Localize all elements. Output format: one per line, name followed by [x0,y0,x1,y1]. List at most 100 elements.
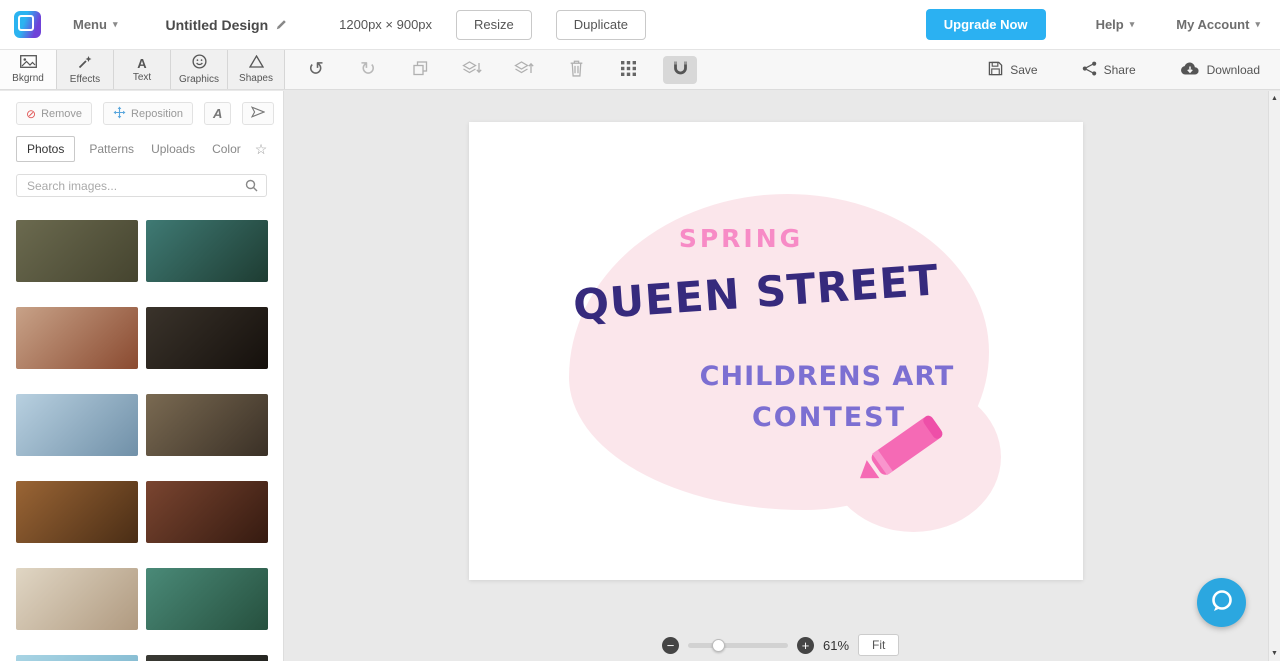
redo-icon: ↻ [360,59,376,80]
wand-icon [78,55,92,72]
tab-label: Shapes [239,73,273,84]
download-button[interactable]: Download [1180,61,1260,79]
redo-button[interactable]: ↻ [351,56,385,84]
zoom-controls: − + 61% Fit [662,633,900,657]
fit-button[interactable]: Fit [858,634,900,656]
triangle-icon [248,54,264,71]
zoom-out-button[interactable]: − [662,636,679,654]
search-input[interactable] [16,174,267,197]
photo-thumbnail[interactable] [146,568,268,630]
copy-icon [412,60,428,79]
chevron-down-icon: ▾ [1129,19,1135,29]
copy-button[interactable] [403,56,437,84]
tab-color[interactable]: Color [209,137,244,161]
design-text-childrens-art[interactable]: CHILDRENS ART [700,361,955,392]
tab-text[interactable]: A Text [114,50,171,89]
reposition-button[interactable]: Reposition [103,102,194,125]
help-chat-button[interactable] [1197,578,1246,627]
grid-icon [620,60,636,79]
file-actions: Save Share Download [988,50,1280,89]
design-title[interactable]: Untitled Design [165,17,287,33]
image-icon [19,55,37,71]
image-search [16,174,267,197]
photo-thumbnail[interactable] [16,394,138,456]
editor-toolbar: Bkgrnd Effects A Text Graphics Shapes ↺ … [0,50,1280,90]
photo-thumbnail[interactable] [16,220,138,282]
flip-button[interactable]: A [204,102,232,125]
canvas-dimensions: 1200px × 900px [339,17,433,32]
magnet-button[interactable] [663,55,697,84]
zoom-slider-handle[interactable] [712,638,725,652]
paper-plane-icon [251,106,266,121]
save-label: Save [1010,62,1038,77]
tab-shapes[interactable]: Shapes [228,50,285,89]
tab-background[interactable]: Bkgrnd [0,50,57,89]
background-actions: ⊘ Remove Reposition A [16,102,275,125]
tab-photos[interactable]: Photos [16,136,76,162]
upgrade-button[interactable]: Upgrade Now [925,9,1046,40]
pencil-icon[interactable] [276,17,287,33]
account-dropdown[interactable]: My Account ▾ [1176,17,1260,32]
menu-dropdown[interactable]: Menu ▾ [73,17,117,32]
tab-patterns[interactable]: Patterns [86,137,137,161]
smiley-icon [191,54,207,72]
help-dropdown[interactable]: Help ▾ [1096,17,1135,32]
menu-label: Menu [73,17,107,32]
top-bar: Menu ▾ Untitled Design 1200px × 900px Re… [0,0,1280,50]
tab-label: Graphics [178,74,219,85]
photo-thumbnail[interactable] [16,307,138,369]
save-button[interactable]: Save [988,61,1038,79]
duplicate-button[interactable]: Duplicate [555,9,646,40]
design-canvas[interactable]: SPRING QUEEN STREET CHILDRENS ART CONTES… [469,122,1083,580]
chevron-down-icon: ▾ [112,19,118,29]
favorites-tab[interactable]: ☆ [255,141,268,158]
tool-tabs: Bkgrnd Effects A Text Graphics Shapes [0,50,285,89]
italic-a-icon: A [213,106,223,121]
tab-graphics[interactable]: Graphics [171,50,228,89]
bring-forward-button[interactable] [507,56,541,84]
share-button[interactable]: Share [1082,61,1136,79]
photo-thumbnail[interactable] [146,220,268,282]
resize-button[interactable]: Resize [456,9,532,40]
tab-uploads[interactable]: Uploads [148,137,198,161]
zoom-slider[interactable] [688,638,788,652]
download-label: Download [1206,62,1260,77]
share-icon [1082,61,1097,79]
photo-thumbnail[interactable] [16,568,138,630]
trash-icon [569,60,584,80]
delete-button[interactable] [559,56,593,84]
search-icon [245,179,258,197]
save-icon [988,61,1003,79]
tab-effects[interactable]: Effects [57,50,114,89]
star-icon: ☆ [254,140,268,157]
minus-icon: − [666,637,675,653]
move-icon [113,106,126,122]
chat-bubble-icon [1209,588,1235,617]
layer-down-icon [462,60,482,79]
reposition-label: Reposition [131,107,184,120]
magnet-icon [673,60,688,79]
photo-thumbnail[interactable] [146,394,268,456]
photo-thumbnail[interactable] [146,481,268,543]
design-title-text: Untitled Design [165,16,269,33]
design-text-spring[interactable]: SPRING [679,224,803,253]
app-logo[interactable] [14,11,41,38]
undo-button[interactable]: ↺ [299,56,333,84]
photo-thumbnail[interactable] [146,655,268,661]
design-text-contest[interactable]: CONTEST [752,402,906,433]
remove-button[interactable]: ⊘ Remove [16,102,93,125]
vertical-scrollbar[interactable]: ▲ ▼ [1268,91,1280,661]
layer-up-icon [514,60,534,79]
apply-button[interactable] [242,102,275,125]
photo-thumbnail[interactable] [16,481,138,543]
scroll-up-button[interactable]: ▲ [1269,95,1280,102]
canvas-workspace: SPRING QUEEN STREET CHILDRENS ART CONTES… [285,91,1268,661]
history-layer-tools: ↺ ↻ [299,50,697,89]
zoom-in-button[interactable]: + [797,636,814,654]
photo-thumbnail[interactable] [146,307,268,369]
tab-label: Effects [69,73,101,85]
send-backward-button[interactable] [455,56,489,84]
scroll-down-button[interactable]: ▼ [1269,650,1280,657]
photo-thumbnail[interactable] [16,655,138,661]
grid-button[interactable] [611,56,645,84]
